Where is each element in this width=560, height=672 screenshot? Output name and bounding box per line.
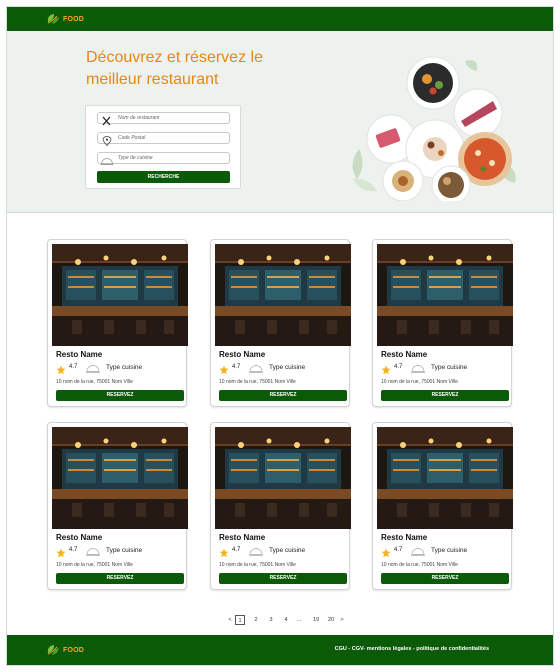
cuisine-type-input[interactable] bbox=[118, 153, 226, 163]
hero-section: Découvrez et réservez le meilleur restau… bbox=[7, 31, 553, 213]
restaurant-cuisine-type: Type cuisine bbox=[269, 547, 306, 554]
restaurant-name[interactable]: Resto Name bbox=[381, 350, 427, 359]
postal-code-input[interactable] bbox=[118, 133, 226, 143]
search-form: RECHERCHE bbox=[85, 105, 241, 189]
reserve-button[interactable]: RESERVEZ bbox=[381, 390, 509, 401]
brand-logo[interactable]: FOOD bbox=[45, 10, 84, 28]
restaurant-photo bbox=[52, 244, 188, 346]
restaurant-photo bbox=[377, 427, 513, 529]
restaurant-photo-frame[interactable] bbox=[377, 427, 513, 529]
location-pin-icon bbox=[100, 133, 114, 147]
restaurant-card[interactable]: Resto Name 4.7 Type cuisine 10 nom de la… bbox=[47, 422, 188, 590]
restaurant-rating: 4.7 bbox=[232, 364, 241, 370]
restaurant-photo bbox=[215, 244, 351, 346]
cloche-icon bbox=[85, 544, 101, 556]
hero-title: Découvrez et réservez le meilleur restau… bbox=[86, 47, 306, 91]
restaurant-name-input[interactable] bbox=[118, 113, 226, 123]
restaurant-name[interactable]: Resto Name bbox=[381, 533, 427, 542]
footer-logo[interactable]: FOOD bbox=[45, 641, 84, 659]
restaurant-address: 10 nom de la rue, 75001 Nom Ville bbox=[219, 379, 296, 385]
page-frame: FOOD Découvrez et réservez le meilleur r… bbox=[6, 6, 554, 666]
cloche-icon bbox=[410, 361, 426, 373]
cloche-icon bbox=[410, 544, 426, 556]
top-header: FOOD bbox=[7, 7, 553, 31]
restaurant-photo bbox=[215, 427, 351, 529]
page-2-button[interactable]: 2 bbox=[252, 615, 260, 625]
restaurant-rating: 4.7 bbox=[69, 547, 78, 553]
restaurant-card[interactable]: Resto Name 4.7 Type cuisine 10 nom de la… bbox=[210, 239, 351, 407]
restaurant-name[interactable]: Resto Name bbox=[219, 533, 265, 542]
restaurant-address: 10 nom de la rue, 75001 Nom Ville bbox=[56, 562, 133, 568]
pagination-ellipsis: ... bbox=[296, 617, 302, 623]
restaurant-card[interactable]: Resto Name 4.7 Type cuisine 10 nom de la… bbox=[210, 422, 351, 590]
restaurant-rating: 4.7 bbox=[394, 364, 403, 370]
star-icon bbox=[56, 545, 66, 558]
prev-page-button[interactable]: < bbox=[227, 615, 233, 625]
star-icon bbox=[219, 545, 229, 558]
page-4-button[interactable]: 4 bbox=[282, 615, 290, 625]
footer-logo-text: FOOD bbox=[63, 646, 85, 654]
cloche-icon bbox=[248, 361, 264, 373]
leaf-logo-icon bbox=[45, 11, 61, 27]
utensils-icon bbox=[100, 113, 114, 126]
restaurant-name-field[interactable] bbox=[97, 112, 230, 126]
restaurant-address: 10 nom de la rue, 75001 Nom Ville bbox=[381, 379, 458, 385]
reserve-button[interactable]: RESERVEZ bbox=[56, 573, 184, 584]
restaurant-name[interactable]: Resto Name bbox=[56, 350, 102, 359]
logo-text: FOOD bbox=[63, 15, 85, 23]
next-page-button[interactable]: > bbox=[339, 615, 345, 625]
restaurant-photo-frame[interactable] bbox=[52, 244, 188, 346]
cuisine-type-field[interactable] bbox=[97, 152, 230, 165]
star-icon bbox=[381, 545, 391, 558]
restaurant-card[interactable]: Resto Name 4.7 Type cuisine 10 nom de la… bbox=[372, 239, 513, 407]
restaurant-photo-frame[interactable] bbox=[215, 427, 351, 529]
star-icon bbox=[56, 362, 66, 375]
restaurant-rating: 4.7 bbox=[232, 547, 241, 553]
restaurant-cuisine-type: Type cuisine bbox=[106, 364, 143, 371]
search-button[interactable]: RECHERCHE bbox=[97, 171, 230, 183]
cloche-icon bbox=[100, 153, 114, 165]
page-1-button[interactable]: 1 bbox=[235, 615, 245, 625]
page-3-button[interactable]: 3 bbox=[267, 615, 275, 625]
restaurant-rating: 4.7 bbox=[394, 547, 403, 553]
footer-legal-links[interactable]: CGU - CGV- mentions légales - politique … bbox=[335, 646, 489, 652]
reserve-button[interactable]: RESERVEZ bbox=[381, 573, 509, 584]
leaf-logo-icon bbox=[45, 642, 61, 658]
hero-title-line1: Découvrez et réservez le bbox=[86, 49, 263, 66]
restaurant-photo-frame[interactable] bbox=[377, 244, 513, 346]
restaurant-photo bbox=[52, 427, 188, 529]
reserve-button[interactable]: RESERVEZ bbox=[219, 573, 347, 584]
reserve-button[interactable]: RESERVEZ bbox=[56, 390, 184, 401]
restaurant-photo bbox=[377, 244, 513, 346]
restaurant-address: 10 nom de la rue, 75001 Nom Ville bbox=[56, 379, 133, 385]
restaurant-cuisine-type: Type cuisine bbox=[269, 364, 306, 371]
page-20-button[interactable]: 20 bbox=[325, 615, 337, 625]
hero-title-line2: meilleur restaurant bbox=[86, 71, 219, 88]
restaurant-card[interactable]: Resto Name 4.7 Type cuisine 10 nom de la… bbox=[47, 239, 188, 407]
restaurant-name[interactable]: Resto Name bbox=[56, 533, 102, 542]
restaurant-cuisine-type: Type cuisine bbox=[431, 547, 468, 554]
restaurant-card[interactable]: Resto Name 4.7 Type cuisine 10 nom de la… bbox=[372, 422, 513, 590]
restaurant-address: 10 nom de la rue, 75001 Nom Ville bbox=[381, 562, 458, 568]
star-icon bbox=[381, 362, 391, 375]
cloche-icon bbox=[248, 544, 264, 556]
restaurant-cuisine-type: Type cuisine bbox=[431, 364, 468, 371]
star-icon bbox=[219, 362, 229, 375]
restaurant-photo-frame[interactable] bbox=[52, 427, 188, 529]
cloche-icon bbox=[85, 361, 101, 373]
restaurant-rating: 4.7 bbox=[69, 364, 78, 370]
postal-code-field[interactable] bbox=[97, 132, 230, 147]
page-19-button[interactable]: 19 bbox=[310, 615, 322, 625]
restaurant-photo-frame[interactable] bbox=[215, 244, 351, 346]
restaurant-name[interactable]: Resto Name bbox=[219, 350, 265, 359]
reserve-button[interactable]: RESERVEZ bbox=[219, 390, 347, 401]
footer: FOOD CGU - CGV- mentions légales - polit… bbox=[7, 635, 553, 665]
food-dishes-illustration bbox=[352, 56, 516, 201]
restaurant-cuisine-type: Type cuisine bbox=[106, 547, 143, 554]
restaurant-address: 10 nom de la rue, 75001 Nom Ville bbox=[219, 562, 296, 568]
